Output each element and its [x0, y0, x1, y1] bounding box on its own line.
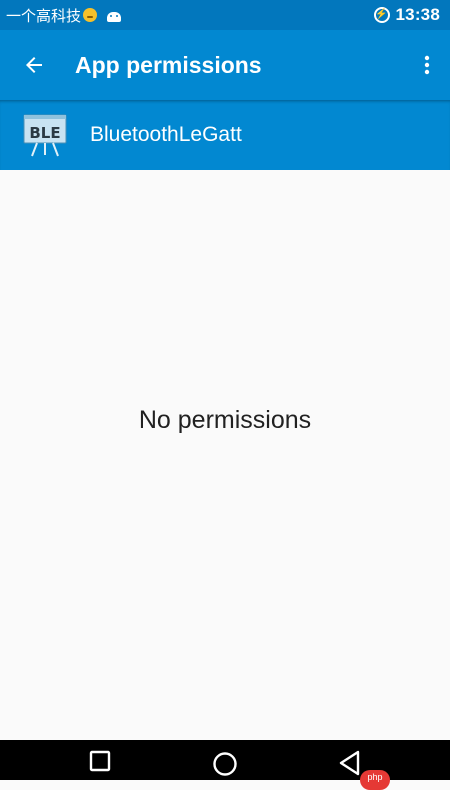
back-button[interactable] [14, 45, 54, 85]
status-bar: 一个高科技 ⚡ 13:38 [0, 0, 450, 30]
permissions-list: No permissions [0, 170, 450, 740]
page-title: App permissions [75, 51, 262, 78]
back-triangle-icon [339, 750, 360, 776]
empty-state-message: No permissions [138, 406, 312, 434]
ble-app-icon: BLE [23, 114, 67, 157]
emoji-icon [83, 8, 98, 22]
status-left: 一个高科技 [6, 0, 122, 30]
battery-charging-icon: ⚡ [373, 7, 390, 23]
recents-button[interactable] [80, 748, 120, 780]
php-badge: php [360, 770, 390, 790]
app-header: BLE BluetoothLeGatt [0, 100, 450, 170]
app-icon-label: BLE [29, 124, 60, 142]
android-icon [107, 9, 122, 22]
status-right: ⚡ 13:38 [373, 0, 440, 30]
toolbar: App permissions [0, 30, 450, 100]
carrier-text: 一个高科技 [6, 6, 82, 25]
arrow-left-icon [26, 57, 42, 73]
recents-icon [89, 750, 111, 772]
more-vert-icon [424, 55, 430, 75]
home-button[interactable] [205, 748, 245, 780]
clock: 13:38 [395, 5, 440, 24]
app-name: BluetoothLeGatt [90, 123, 242, 146]
overflow-menu-button[interactable] [412, 45, 442, 85]
home-icon [213, 752, 237, 776]
